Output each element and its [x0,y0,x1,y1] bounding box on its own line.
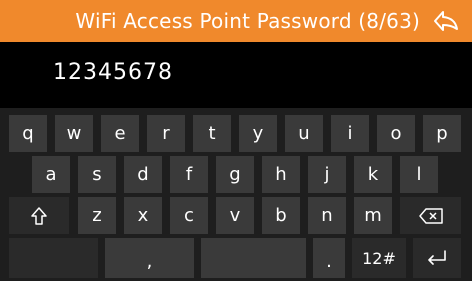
key-j[interactable]: j [308,156,346,193]
key-c[interactable]: c [170,197,208,234]
password-input[interactable]: 12345678 [53,60,173,85]
key-r[interactable]: r [147,115,185,152]
key-z[interactable]: z [78,197,116,234]
key-x[interactable]: x [124,197,162,234]
key-b[interactable]: b [262,197,300,234]
key-h[interactable]: h [262,156,300,193]
backspace-icon [418,207,443,224]
key-i[interactable]: i [331,115,369,152]
key-w[interactable]: w [55,115,93,152]
key-v[interactable]: v [216,197,254,234]
shift-icon [31,206,47,225]
key-d[interactable]: d [124,156,162,193]
key-p[interactable]: p [423,115,461,152]
key-m[interactable]: m [354,197,392,234]
key-f[interactable]: f [170,156,208,193]
symbols-key[interactable]: 12# [352,238,406,278]
back-arrow-icon [434,11,458,31]
shift-key[interactable] [9,197,69,234]
key-s[interactable]: s [78,156,116,193]
back-button[interactable] [432,7,460,35]
key-o[interactable]: o [377,115,415,152]
key-y[interactable]: y [239,115,277,152]
key-g[interactable]: g [216,156,254,193]
on-screen-keyboard: q w e r t y u i o p a s d f g h j k l z … [0,108,472,281]
enter-key[interactable] [413,238,461,278]
period-key[interactable]: . [313,238,345,278]
key-a[interactable]: a [32,156,70,193]
backspace-key[interactable] [400,197,461,234]
password-input-area[interactable]: 12345678 [0,42,472,108]
key-q[interactable]: q [9,115,47,152]
page-title: WiFi Access Point Password (8/63) [75,9,420,33]
key-k[interactable]: k [354,156,392,193]
title-bar: WiFi Access Point Password (8/63) [0,0,472,42]
key-u[interactable]: u [285,115,323,152]
comma-key[interactable]: , [105,238,194,278]
key-n[interactable]: n [308,197,346,234]
emoji-key[interactable] [9,238,98,278]
space-key[interactable] [201,238,306,278]
key-t[interactable]: t [193,115,231,152]
key-e[interactable]: e [101,115,139,152]
key-l[interactable]: l [400,156,438,193]
enter-icon [428,250,446,265]
